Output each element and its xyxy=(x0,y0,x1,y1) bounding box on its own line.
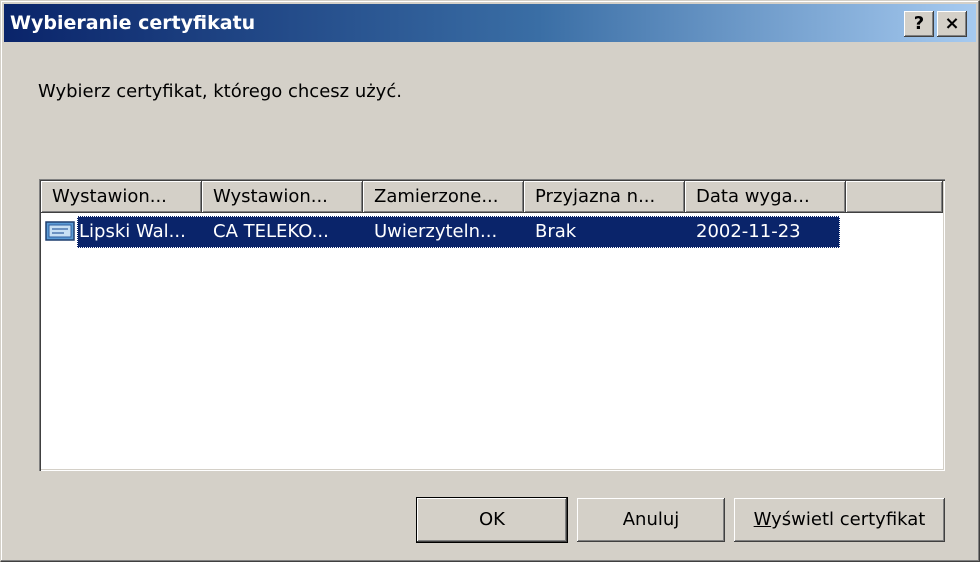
column-header-intended-purposes[interactable]: Zamierzone... xyxy=(363,181,524,213)
view-certificate-button[interactable]: Wyświetl certyfikat xyxy=(734,498,945,542)
certificate-dialog: Wybieranie certyfikatu ? × Wybierz certy… xyxy=(0,0,980,562)
view-certificate-label: yświetl certyfikat xyxy=(771,509,926,530)
ok-button[interactable]: OK xyxy=(417,498,567,542)
column-header-friendly-name[interactable]: Przyjazna n... xyxy=(524,181,685,213)
cell-intended-purposes: Uwierzyteln... xyxy=(374,221,498,242)
column-header-issued-to[interactable]: Wystawion... xyxy=(41,181,202,213)
column-header-issued-by[interactable]: Wystawion... xyxy=(202,181,363,213)
view-certificate-accelerator: W xyxy=(753,509,772,530)
column-header-filler xyxy=(846,181,943,213)
list-header: Wystawion... Wystawion... Zamierzone... … xyxy=(41,181,943,213)
certificate-icon xyxy=(45,221,75,241)
certificate-list[interactable]: Wystawion... Wystawion... Zamierzone... … xyxy=(39,179,945,471)
column-header-expiration-date[interactable]: Data wyga... xyxy=(685,181,846,213)
close-button[interactable]: × xyxy=(937,11,967,37)
cell-issued-by: CA TELEKO... xyxy=(213,221,329,242)
cell-issued-to: Lipski Wal... xyxy=(79,221,186,242)
help-button[interactable]: ? xyxy=(904,11,934,37)
prompt-text: Wybierz certyfikat, którego chcesz użyć. xyxy=(38,81,402,102)
cell-friendly-name: Brak xyxy=(535,221,577,242)
table-row[interactable]: Lipski Wal... CA TELEKO... Uwierzyteln..… xyxy=(43,216,843,248)
title-bar[interactable]: Wybieranie certyfikatu ? × xyxy=(4,4,976,42)
cell-expiration-date: 2002-11-23 xyxy=(696,221,801,242)
window-title: Wybieranie certyfikatu xyxy=(10,12,256,34)
cancel-button[interactable]: Anuluj xyxy=(577,498,725,542)
